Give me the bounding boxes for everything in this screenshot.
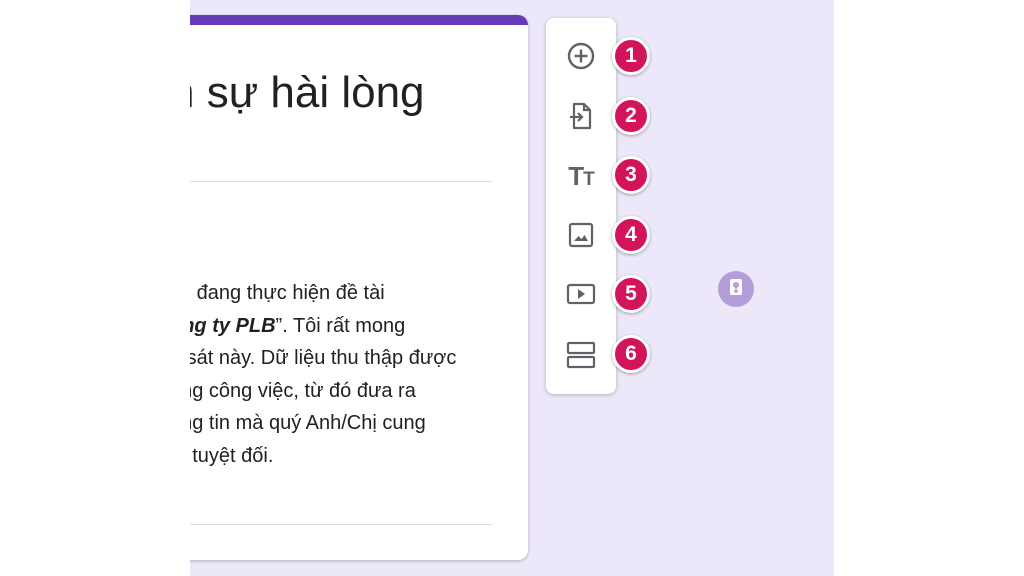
add-image-button[interactable] [546, 211, 616, 259]
callout-badge-4: 4 [612, 216, 650, 254]
add-title-description-button[interactable]: TT [546, 152, 616, 200]
video-icon [565, 279, 597, 309]
description-line: ật tuyệt đối. [190, 444, 274, 467]
callout-badge-3: 3 [612, 156, 650, 194]
import-icon [566, 101, 596, 131]
add-section-button[interactable] [546, 331, 616, 379]
form-title[interactable]: n sự hài lòng [190, 68, 425, 118]
form-header-card[interactable]: n sự hài lòng tôi đang thực hiện đề tài … [190, 15, 528, 560]
callout-badge-2: 2 [612, 97, 650, 135]
form-description[interactable]: tôi đang thực hiện đề tài ông ty PLB”. T… [190, 277, 490, 472]
description-line: ông ty PLB”. Tôi rất mong [190, 310, 490, 343]
description-line-tail: ”. Tôi rất mong [275, 314, 406, 337]
description-line: ong công việc, từ đó đưa ra [190, 379, 416, 402]
title-divider [190, 181, 492, 182]
assistant-button[interactable] [718, 271, 754, 307]
image-icon [566, 220, 596, 250]
description-line: ông tin mà quý Anh/Chị cung [190, 412, 426, 434]
title-text-icon: TT [568, 160, 594, 191]
add-video-button[interactable] [546, 270, 616, 318]
description-line: o sát này. Dữ liệu thu thập được [190, 347, 457, 369]
callout-badge-5: 5 [612, 275, 650, 313]
add-circle-icon [566, 41, 596, 71]
section-icon [565, 340, 597, 370]
callout-badge-6: 6 [612, 335, 650, 373]
import-questions-button[interactable] [546, 92, 616, 140]
floating-toolbar: TT [546, 18, 616, 394]
assistant-icon [726, 277, 746, 302]
form-editor-canvas: n sự hài lòng tôi đang thực hiện đề tài … [190, 0, 834, 576]
callout-badge-1: 1 [612, 37, 650, 75]
add-question-button[interactable] [546, 32, 616, 80]
company-name: ông ty PLB [190, 314, 276, 337]
theme-color-bar [190, 15, 528, 25]
description-line: tôi đang thực hiện đề tài [190, 282, 385, 304]
description-divider [190, 524, 492, 525]
